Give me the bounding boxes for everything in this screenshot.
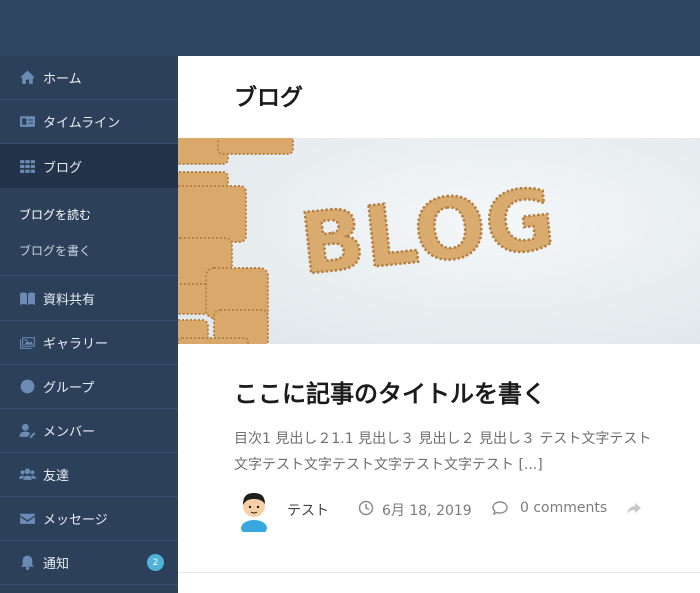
- sidebar-item-documents[interactable]: 資料共有: [0, 277, 178, 321]
- image-icon: [19, 334, 36, 351]
- group-icon: [19, 378, 36, 395]
- page-title: ブログ: [234, 85, 303, 111]
- blog-submenu: ブログを読む ブログを書く: [0, 188, 178, 276]
- sidebar-item-messages[interactable]: メッセージ: [0, 497, 178, 541]
- sidebar-item-label: ギャラリー: [43, 337, 109, 352]
- user-edit-icon: [19, 422, 36, 439]
- grid-icon: [19, 158, 36, 175]
- sidebar-item-label: タイムライン: [43, 116, 121, 131]
- sidebar-item-gallery[interactable]: ギャラリー: [0, 321, 178, 365]
- sidebar-item-label: メッセージ: [43, 513, 108, 528]
- divider: [178, 572, 700, 573]
- sidebar-item-label: 資料共有: [43, 293, 96, 308]
- home-icon: [19, 69, 36, 86]
- book-icon: [19, 290, 36, 307]
- article-title[interactable]: ここに記事のタイトルを書く: [234, 374, 684, 409]
- sidebar-item-groups[interactable]: グループ: [0, 365, 178, 409]
- id-card-icon: [19, 113, 36, 130]
- sidebar-item-label: 通知: [43, 557, 70, 572]
- sidebar-item-blog[interactable]: ブログ: [0, 144, 178, 188]
- top-header-bar: [0, 0, 700, 56]
- comments-link[interactable]: 0 comments: [520, 500, 607, 516]
- clock-icon: [358, 500, 374, 516]
- users-icon: [19, 466, 36, 483]
- bell-icon: [19, 554, 36, 571]
- sidebar-item-timeline[interactable]: タイムライン: [0, 100, 178, 144]
- submenu-write-blog[interactable]: ブログを書く: [19, 242, 91, 259]
- main-content: ブログ BLOG ここに記事のタイトルを書く 目次1 見出し２1.1 見出し３ …: [178, 56, 700, 593]
- article-meta: テスト 6月 18, 2019 0 comments: [234, 486, 654, 532]
- sidebar-item-friends[interactable]: 友達: [0, 453, 178, 497]
- sidebar-item-label: グループ: [43, 381, 95, 396]
- avatar[interactable]: [238, 488, 270, 532]
- sidebar-item-members[interactable]: メンバー: [0, 409, 178, 453]
- sidebar-item-label: ホーム: [43, 72, 82, 87]
- sidebar: ホーム タイムライン ブログ ブログを読む ブログを書く 資料共有 ギャラリー …: [0, 56, 178, 593]
- sidebar-item-home[interactable]: ホーム: [0, 56, 178, 100]
- notification-count-badge: 2: [147, 554, 164, 571]
- article-excerpt: 目次1 見出し２1.1 見出し３ 見出し２ 見出し３ テスト文字テスト文字テスト…: [234, 431, 652, 473]
- sidebar-item-label: メンバー: [43, 425, 96, 440]
- blog-hero-image[interactable]: BLOG: [178, 138, 700, 344]
- sidebar-item-label: 友達: [43, 469, 70, 484]
- envelope-icon: [19, 510, 36, 527]
- share-icon[interactable]: [626, 502, 642, 516]
- sidebar-item-label: ブログ: [43, 160, 83, 176]
- author-name[interactable]: テスト: [287, 500, 329, 520]
- submenu-read-blog[interactable]: ブログを読む: [19, 206, 91, 223]
- post-date: 6月 18, 2019: [382, 503, 472, 519]
- comment-icon: [492, 501, 508, 516]
- sidebar-item-notifications[interactable]: 通知 2: [0, 541, 178, 585]
